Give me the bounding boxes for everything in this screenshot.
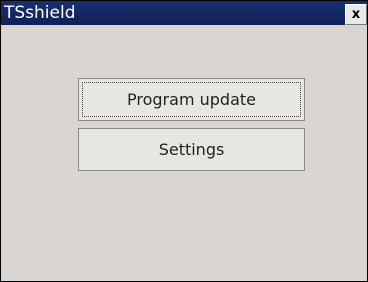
content-area: Program update Settings	[11, 34, 367, 281]
settings-label: Settings	[158, 140, 225, 159]
window-title: TSshield	[4, 3, 76, 23]
settings-button[interactable]: Settings	[78, 128, 305, 171]
program-update-label: Program update	[127, 90, 256, 109]
title-bar: TSshield	[1, 1, 367, 25]
program-update-button[interactable]: Program update	[78, 78, 305, 121]
close-button[interactable]: x	[345, 4, 367, 25]
tsshield-window: TSshield x Program update Settings	[0, 0, 368, 282]
